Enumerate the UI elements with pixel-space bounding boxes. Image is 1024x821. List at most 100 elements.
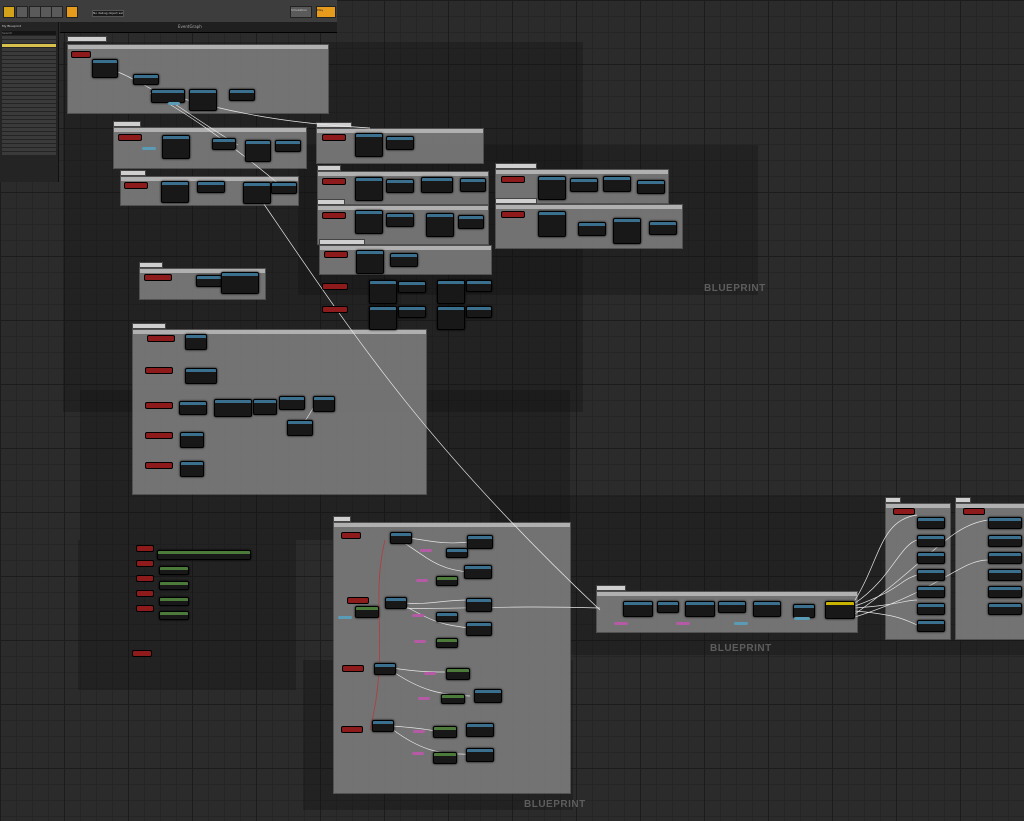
- function-node[interactable]: [279, 396, 305, 410]
- function-node[interactable]: [159, 566, 189, 575]
- browse-icon[interactable]: [16, 6, 28, 18]
- list-item[interactable]: [2, 148, 56, 151]
- function-node[interactable]: [474, 689, 502, 703]
- event-node[interactable]: [342, 665, 364, 672]
- function-node[interactable]: [426, 213, 454, 237]
- function-node[interactable]: [212, 138, 236, 150]
- function-node[interactable]: [538, 211, 566, 237]
- list-item[interactable]: [2, 48, 56, 51]
- list-item[interactable]: [2, 76, 56, 79]
- event-node[interactable]: [136, 590, 154, 597]
- function-node[interactable]: [464, 565, 492, 579]
- variable-node[interactable]: [412, 752, 424, 755]
- function-node[interactable]: [917, 517, 945, 529]
- function-node[interactable]: [437, 306, 465, 330]
- function-node[interactable]: [623, 601, 653, 617]
- list-item[interactable]: [2, 84, 56, 87]
- function-node[interactable]: [466, 598, 492, 612]
- event-node[interactable]: [341, 532, 361, 539]
- variable-node[interactable]: [794, 617, 810, 620]
- event-node[interactable]: [132, 650, 152, 657]
- function-node[interactable]: [369, 280, 397, 304]
- event-node[interactable]: [147, 335, 175, 342]
- event-node[interactable]: [136, 560, 154, 567]
- variable-node[interactable]: [676, 622, 690, 625]
- function-node[interactable]: [196, 275, 222, 287]
- function-node[interactable]: [466, 622, 492, 636]
- event-node[interactable]: [322, 212, 346, 219]
- list-item[interactable]: [2, 56, 56, 59]
- event-node[interactable]: [501, 211, 525, 218]
- list-item[interactable]: [2, 68, 56, 71]
- list-item[interactable]: [2, 100, 56, 103]
- list-item[interactable]: [2, 112, 56, 115]
- function-node[interactable]: [390, 532, 412, 544]
- function-node[interactable]: [179, 401, 207, 415]
- event-node[interactable]: [322, 134, 346, 141]
- list-item[interactable]: [2, 108, 56, 111]
- function-node[interactable]: [649, 221, 677, 235]
- variable-node[interactable]: [168, 102, 180, 105]
- list-item[interactable]: [2, 104, 56, 107]
- event-node[interactable]: [501, 176, 525, 183]
- event-node[interactable]: [347, 597, 369, 604]
- list-item[interactable]: [2, 80, 56, 83]
- function-node[interactable]: [133, 74, 159, 85]
- variable-node[interactable]: [424, 672, 436, 675]
- function-node[interactable]: [538, 176, 566, 200]
- function-node[interactable]: [446, 668, 470, 680]
- function-node[interactable]: [603, 176, 631, 192]
- function-node[interactable]: [372, 720, 394, 732]
- function-node[interactable]: [180, 432, 204, 448]
- list-item[interactable]: [2, 64, 56, 67]
- function-node[interactable]: [988, 552, 1022, 564]
- function-node[interactable]: [180, 461, 204, 477]
- function-node[interactable]: [685, 601, 715, 617]
- event-node[interactable]: [324, 251, 348, 258]
- function-node[interactable]: [221, 272, 259, 294]
- event-node[interactable]: [71, 51, 91, 58]
- function-node[interactable]: [159, 581, 189, 590]
- function-node[interactable]: [355, 606, 379, 618]
- function-node[interactable]: [436, 576, 458, 586]
- function-node[interactable]: [917, 535, 945, 547]
- function-node[interactable]: [386, 136, 414, 150]
- function-node[interactable]: [185, 334, 207, 350]
- list-item[interactable]: [2, 132, 56, 135]
- function-node[interactable]: [437, 280, 465, 304]
- list-item[interactable]: [2, 152, 56, 155]
- variable-node[interactable]: [338, 616, 352, 619]
- function-node[interactable]: [355, 177, 383, 201]
- list-item[interactable]: [2, 52, 56, 55]
- function-node[interactable]: [398, 281, 426, 293]
- function-node[interactable]: [433, 726, 457, 738]
- function-node[interactable]: [753, 601, 781, 617]
- list-item[interactable]: [2, 72, 56, 75]
- function-node[interactable]: [369, 306, 397, 330]
- function-node[interactable]: [466, 748, 494, 762]
- event-node[interactable]: [145, 402, 173, 409]
- function-node[interactable]: [988, 569, 1022, 581]
- list-item[interactable]: [2, 60, 56, 63]
- list-item[interactable]: [2, 40, 56, 43]
- graph-tab[interactable]: EventGraph: [60, 22, 337, 33]
- function-node[interactable]: [436, 638, 458, 648]
- variable-node[interactable]: [142, 147, 156, 150]
- function-node[interactable]: [917, 620, 945, 632]
- search-input[interactable]: Search: [2, 31, 56, 35]
- function-node[interactable]: [157, 550, 251, 560]
- function-node[interactable]: [441, 694, 465, 704]
- event-node[interactable]: [963, 508, 985, 515]
- event-node[interactable]: [124, 182, 148, 189]
- function-node[interactable]: [229, 89, 255, 101]
- function-node[interactable]: [917, 603, 945, 615]
- event-node[interactable]: [136, 605, 154, 612]
- function-node[interactable]: [313, 396, 335, 412]
- play-icon[interactable]: [66, 6, 78, 18]
- play-button[interactable]: Play: [316, 6, 336, 18]
- event-node[interactable]: [136, 545, 154, 552]
- function-node[interactable]: [390, 253, 418, 267]
- function-node[interactable]: [917, 569, 945, 581]
- function-node[interactable]: [988, 603, 1022, 615]
- function-node[interactable]: [214, 399, 252, 417]
